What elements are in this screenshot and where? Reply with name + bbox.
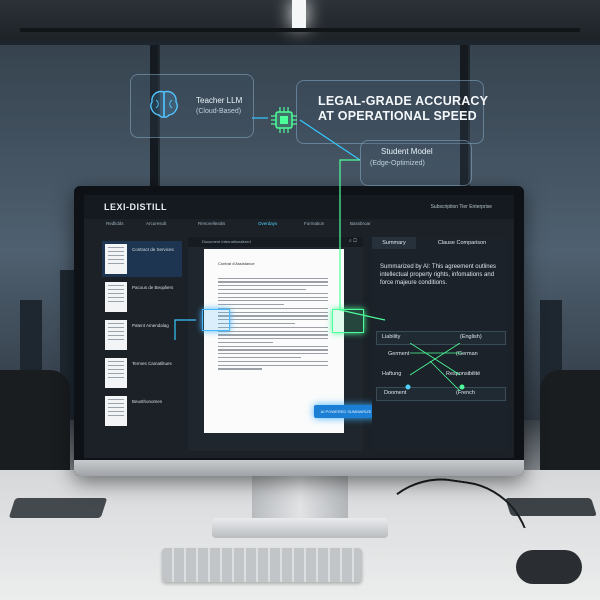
headline-line1: LEGAL-GRADE ACCURACY <box>318 94 489 108</box>
headline-line2: AT OPERATIONAL SPEED <box>318 109 477 123</box>
teacher-llm-subtitle: (Cloud-Based) <box>196 108 242 115</box>
brain-icon <box>150 90 178 118</box>
distillation-connectors <box>174 117 386 340</box>
headline: LEGAL-GRADE ACCURACY AT OPERATIONAL SPEE… <box>318 94 488 124</box>
teacher-llm-title: Teacher LLM <box>196 96 243 105</box>
student-model-title: Student Model <box>381 147 433 156</box>
chip-icon <box>271 107 297 133</box>
student-model-subtitle: (Edge-Optimized) <box>370 160 425 167</box>
